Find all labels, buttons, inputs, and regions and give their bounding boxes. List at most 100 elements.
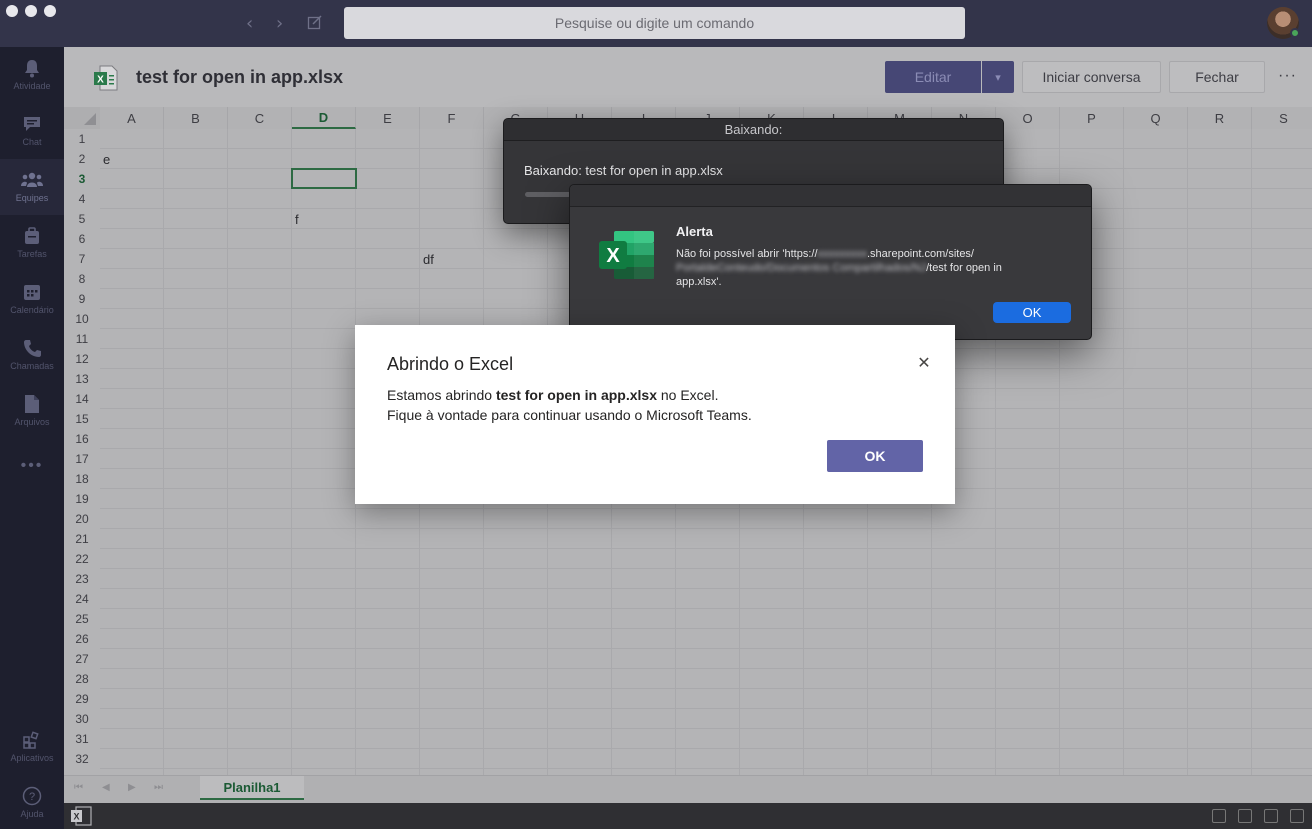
row-header[interactable]: 14 [64, 389, 100, 409]
start-chat-button[interactable]: Iniciar conversa [1022, 61, 1161, 93]
row-header[interactable]: 17 [64, 449, 100, 469]
window-close-button[interactable] [6, 5, 18, 17]
sidebar-item-chat[interactable]: Chat [0, 103, 64, 159]
dialog-ok-button[interactable]: OK [827, 440, 923, 472]
cell-a2[interactable]: e [103, 152, 110, 167]
phone-icon [21, 337, 43, 359]
grid-line [100, 528, 1312, 529]
cell-d5[interactable]: f [295, 212, 299, 227]
row-header[interactable]: 3 [64, 169, 100, 189]
sidebar-item-help[interactable]: ? Ajuda [0, 775, 64, 829]
row-header[interactable]: 6 [64, 229, 100, 249]
column-header[interactable]: R [1188, 107, 1252, 129]
column-header[interactable]: Q [1124, 107, 1188, 129]
compose-icon[interactable] [307, 14, 323, 35]
window-zoom-button[interactable] [44, 5, 56, 17]
close-icon[interactable]: ✕ [915, 353, 933, 372]
row-header[interactable]: 20 [64, 509, 100, 529]
row-header[interactable]: 31 [64, 729, 100, 749]
sidebar-item-label: Aplicativos [10, 753, 54, 763]
row-header[interactable]: 1 [64, 129, 100, 149]
row-header[interactable]: 10 [64, 309, 100, 329]
row-header[interactable]: 32 [64, 749, 100, 769]
row-header[interactable]: 7 [64, 249, 100, 269]
first-sheet-icon[interactable]: ⏮ [74, 782, 83, 793]
sheet-tab[interactable]: Planilha1 [200, 776, 304, 800]
alert-ok-button[interactable]: OK [993, 302, 1071, 323]
grid-line [291, 129, 292, 775]
selected-cell[interactable] [291, 168, 357, 189]
row-header[interactable]: 19 [64, 489, 100, 509]
column-header[interactable]: S [1252, 107, 1312, 129]
column-header[interactable]: B [164, 107, 228, 129]
column-header[interactable]: D [292, 107, 356, 129]
grid-line [100, 668, 1312, 669]
sidebar-item-calendar[interactable]: Calendário [0, 271, 64, 327]
grid-line [100, 548, 1312, 549]
select-all-corner[interactable] [64, 107, 100, 129]
column-header[interactable]: O [996, 107, 1060, 129]
file-header: X test for open in app.xlsx Editar ▾ Ini… [64, 47, 1312, 107]
forward-icon[interactable]: › [276, 13, 283, 34]
row-header[interactable]: 26 [64, 629, 100, 649]
row-header[interactable]: 9 [64, 289, 100, 309]
column-header[interactable]: A [100, 107, 164, 129]
back-icon[interactable]: ‹ [246, 13, 253, 34]
prev-sheet-icon[interactable]: ◀ [102, 782, 110, 793]
last-sheet-icon[interactable]: ⏭ [154, 782, 163, 793]
row-header[interactable]: 22 [64, 549, 100, 569]
row-header[interactable]: 12 [64, 349, 100, 369]
more-apps-button[interactable]: ••• [0, 457, 64, 475]
more-options-button[interactable]: ··· [1278, 67, 1297, 85]
grid-line [100, 648, 1312, 649]
sidebar-item-teams[interactable]: Equipes [0, 159, 64, 215]
normal-view-icon[interactable] [1264, 809, 1278, 823]
page-layout-icon[interactable] [1290, 809, 1304, 823]
row-header[interactable]: 5 [64, 209, 100, 229]
sidebar-item-apps[interactable]: Aplicativos [0, 719, 64, 775]
row-header[interactable]: 28 [64, 669, 100, 689]
row-header[interactable]: 8 [64, 269, 100, 289]
row-header[interactable]: 24 [64, 589, 100, 609]
cell-f7[interactable]: df [423, 252, 434, 267]
help-icon: ? [21, 785, 43, 807]
row-header[interactable]: 27 [64, 649, 100, 669]
accessibility-icon[interactable] [1212, 809, 1226, 823]
sidebar-item-files[interactable]: Arquivos [0, 383, 64, 439]
teams-icon [21, 169, 43, 191]
column-header[interactable]: P [1060, 107, 1124, 129]
row-header[interactable]: 15 [64, 409, 100, 429]
opening-excel-dialog: Abrindo o Excel ✕ Estamos abrindo test f… [355, 325, 955, 504]
next-sheet-icon[interactable]: ▶ [128, 782, 136, 793]
window-minimize-button[interactable] [25, 5, 37, 17]
column-header[interactable]: C [228, 107, 292, 129]
row-header[interactable]: 25 [64, 609, 100, 629]
search-input[interactable]: Pesquise ou digite um comando [344, 7, 965, 39]
download-message: Baixando: test for open in app.xlsx [524, 163, 723, 178]
edit-button[interactable]: Editar [885, 61, 981, 93]
row-header[interactable]: 21 [64, 529, 100, 549]
svg-text:X: X [606, 245, 620, 267]
row-header[interactable]: 30 [64, 709, 100, 729]
sidebar-item-calls[interactable]: Chamadas [0, 327, 64, 383]
row-header[interactable]: 16 [64, 429, 100, 449]
sidebar-item-activity[interactable]: Atividade [0, 47, 64, 103]
column-header[interactable]: F [420, 107, 484, 129]
file-icon [21, 393, 43, 415]
row-header[interactable]: 29 [64, 689, 100, 709]
row-header[interactable]: 2 [64, 149, 100, 169]
column-header[interactable]: E [356, 107, 420, 129]
row-header[interactable]: 4 [64, 189, 100, 209]
edit-options-chevron-down-icon[interactable]: ▾ [982, 61, 1014, 93]
alert-message: Não foi possível abrir 'https://xxxxxxxx… [676, 248, 1002, 288]
save-icon[interactable] [1238, 809, 1252, 823]
presence-status-icon [1290, 28, 1300, 38]
row-header[interactable]: 18 [64, 469, 100, 489]
row-header[interactable]: 11 [64, 329, 100, 349]
sidebar-item-tasks[interactable]: Tarefas [0, 215, 64, 271]
row-header[interactable]: 13 [64, 369, 100, 389]
close-button[interactable]: Fechar [1169, 61, 1265, 93]
tasks-icon [21, 225, 43, 247]
row-header[interactable]: 23 [64, 569, 100, 589]
sidebar-item-label: Calendário [10, 305, 54, 315]
